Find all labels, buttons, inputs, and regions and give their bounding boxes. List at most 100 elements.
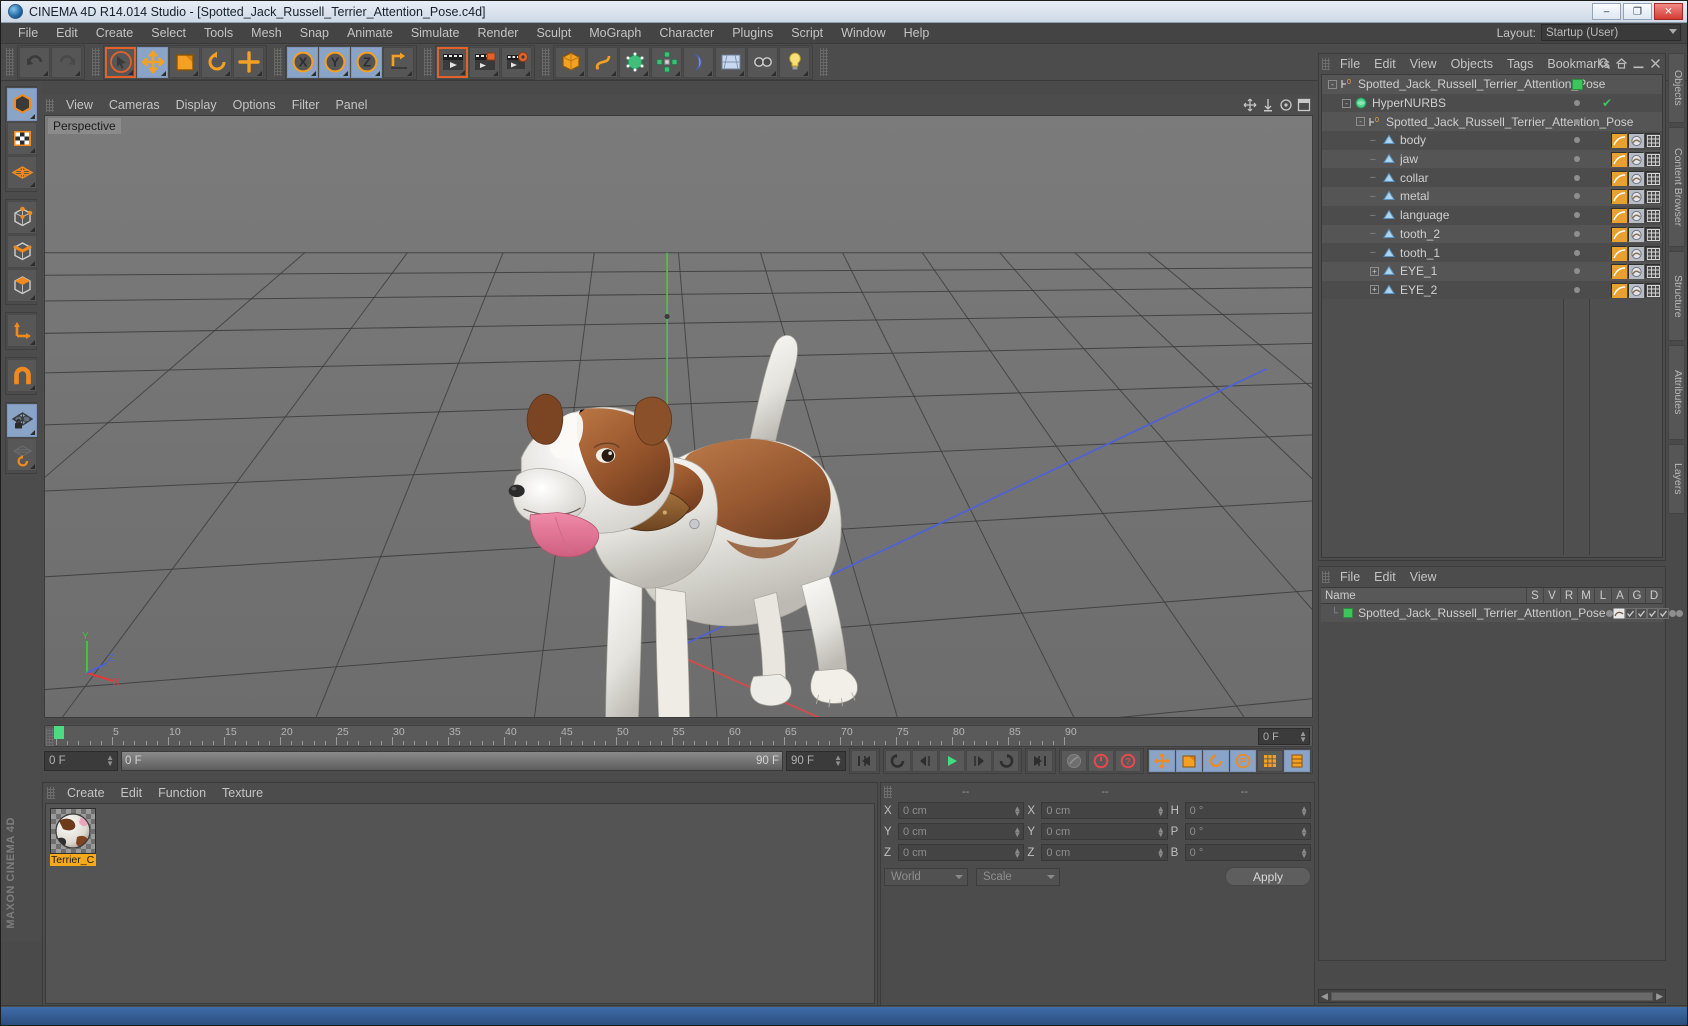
scroll-right-icon[interactable]: ▶ [1656,991,1663,1002]
visibility-editor-dot[interactable] [1574,286,1580,293]
viewport-menu-cameras[interactable]: Cameras [101,96,168,114]
object-tree-row[interactable]: - HyperNURBS ✔ [1322,93,1662,113]
object-tree-row[interactable]: + EYE_2 [1322,280,1662,300]
light-button[interactable] [779,46,810,78]
step-forward-button[interactable] [966,750,992,772]
dropdown-corner-icon[interactable] [375,70,380,76]
dropdown-corner-icon[interactable] [579,70,584,76]
edge-tab-attributes[interactable]: Attributes [1668,345,1685,440]
dropdown-corner-icon[interactable] [771,70,776,76]
coord-size-input[interactable]: 0 cm ▲ ▼ [1041,844,1168,861]
dropdown-corner-icon[interactable] [30,148,35,153]
end-frame-input[interactable]: 90 F ▲ ▼ [786,751,846,771]
dropdown-corner-icon[interactable] [739,70,744,76]
dropdown-corner-icon[interactable] [493,70,498,76]
dropdown-corner-icon[interactable] [257,70,262,76]
material-menu-function[interactable]: Function [150,784,214,802]
dropdown-corner-icon[interactable] [30,261,35,266]
layer-menu-grip[interactable] [1322,571,1330,583]
spinner-icon[interactable]: ▲ ▼ [1157,805,1165,818]
layer-row[interactable]: └ Spotted_Jack_Russell_Terrier_Attention_… [1321,604,1683,622]
axis-modify-button[interactable] [7,314,37,347]
dropdown-corner-icon[interactable] [128,69,133,75]
object-visibility-dots[interactable] [1564,225,1590,244]
floor-environment-button[interactable] [715,46,746,78]
deformer-bend-button[interactable] [683,46,714,78]
tree-expander-collapsed[interactable]: + [1370,266,1379,276]
texture-tag[interactable] [1628,133,1644,149]
viewport-menu-grip[interactable] [46,98,54,112]
toolbar-grip[interactable] [6,48,14,76]
menu-window[interactable]: Window [832,24,894,42]
dropdown-corner-icon[interactable] [43,70,48,76]
texture-tag[interactable] [1628,152,1644,168]
spline-pen-button[interactable] [587,46,618,78]
apply-button[interactable]: Apply [1225,867,1311,886]
redo-button[interactable] [51,46,82,78]
menu-mesh[interactable]: Mesh [242,24,291,42]
menu-edit[interactable]: Edit [47,24,87,42]
select-cursor-button[interactable] [105,46,136,78]
preview-range-slider[interactable]: 0 F 90 F [121,751,783,771]
layer-menu-view[interactable]: View [1403,568,1444,586]
object-tree-row[interactable]: - 0 Spotted_Jack_Russell_Terrier_Attention… [1322,112,1662,132]
object-tree-row[interactable]: – collar [1322,168,1662,188]
current-frame-input[interactable]: 0 F ▲ ▼ [44,751,118,771]
menu-render[interactable]: Render [468,24,527,42]
phong-tag[interactable] [1611,245,1627,261]
object-visibility-dots[interactable] [1564,168,1590,187]
phong-tag[interactable] [1611,226,1627,242]
texture-tag[interactable] [1628,264,1644,280]
add-move-button[interactable] [233,46,264,78]
visibility-editor-dot[interactable] [1574,118,1580,125]
spinner-icon[interactable]: ▲ ▼ [1013,847,1021,860]
render-settings-button[interactable] [501,46,532,78]
tree-expander-expanded[interactable]: - [1342,98,1351,108]
phong-tag[interactable] [1611,282,1627,298]
minimize-button[interactable]: – [1592,3,1621,20]
toolbar-group-grip[interactable] [542,48,550,76]
texture-tag[interactable] [1628,189,1644,205]
object-visibility-dots[interactable] [1564,150,1590,169]
object-tree-row[interactable]: – body [1322,131,1662,150]
render-region-button[interactable] [469,46,500,78]
perspective-viewport[interactable]: Perspective Y X Z [44,115,1313,718]
tree-expander-collapsed[interactable]: + [1370,285,1379,295]
coord-position-input[interactable]: 0 cm ▲ ▼ [898,844,1025,861]
undo-button[interactable] [19,46,50,78]
texture-tag[interactable] [1628,226,1644,242]
layer-color-swatch[interactable] [1343,608,1354,618]
layer-column-header-g[interactable]: G [1629,588,1646,603]
cube-primitive-button[interactable] [555,46,586,78]
dropdown-corner-icon[interactable] [525,70,530,76]
layer-column-header-m[interactable]: M [1578,588,1595,603]
material-list[interactable]: Terrier_C [45,803,875,1004]
workplane-button[interactable] [7,156,37,189]
dropdown-corner-icon[interactable] [30,227,35,232]
object-menu-grip[interactable] [1322,58,1330,70]
uvw-tag[interactable] [1645,189,1661,205]
autokey-button[interactable] [1061,750,1087,772]
snap-magnet-button[interactable] [7,359,37,392]
spinner-icon[interactable]: ▲ ▼ [1299,730,1307,744]
move-view-icon[interactable] [1243,98,1257,112]
move-button[interactable] [137,46,168,78]
visibility-editor-dot[interactable] [1574,268,1580,275]
object-tree-row[interactable]: + EYE_1 [1322,261,1662,281]
menu-script[interactable]: Script [782,24,832,42]
object-tree[interactable]: - 0 Spotted_Jack_Russell_Terrier_Attention… [1321,74,1663,558]
record-rotation-button[interactable] [1203,750,1229,772]
texture-tag[interactable] [1628,208,1644,224]
object-menu-file[interactable]: File [1333,55,1367,73]
dropdown-corner-icon[interactable] [161,70,166,76]
tree-expander-expanded[interactable]: - [1356,117,1365,127]
scale-view-icon[interactable] [1261,98,1275,112]
minimize-panel-icon[interactable] [1632,57,1645,73]
layer-menu-edit[interactable]: Edit [1367,568,1403,586]
record-position-button[interactable] [1149,750,1175,772]
visibility-editor-dot[interactable] [1574,174,1580,181]
layer-column-header-s[interactable]: S [1527,588,1544,603]
object-menu-tags[interactable]: Tags [1500,55,1540,73]
coord-rotation-input[interactable]: 0 ° ▲ ▼ [1184,823,1311,840]
layer-toggle-cell-r[interactable] [1624,607,1636,619]
